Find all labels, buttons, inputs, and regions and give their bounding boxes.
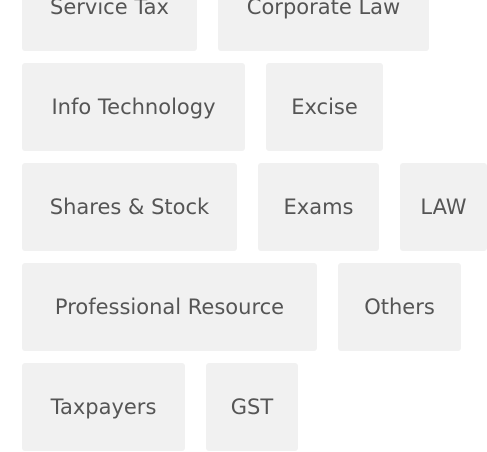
tag-excise[interactable]: Excise (266, 63, 383, 151)
tag-professional-resource[interactable]: Professional Resource (22, 263, 317, 351)
tag-exams[interactable]: Exams (258, 163, 379, 251)
tag-info-technology[interactable]: Info Technology (22, 63, 245, 151)
tag-service-tax[interactable]: Service Tax (22, 0, 197, 51)
tag-shares-and-stock[interactable]: Shares & Stock (22, 163, 237, 251)
tag-corporate-law[interactable]: Corporate Law (218, 0, 429, 51)
tag-others[interactable]: Others (338, 263, 461, 351)
tag-taxpayers[interactable]: Taxpayers (22, 363, 185, 451)
tag-law[interactable]: LAW (400, 163, 487, 251)
tag-gst[interactable]: GST (206, 363, 298, 451)
